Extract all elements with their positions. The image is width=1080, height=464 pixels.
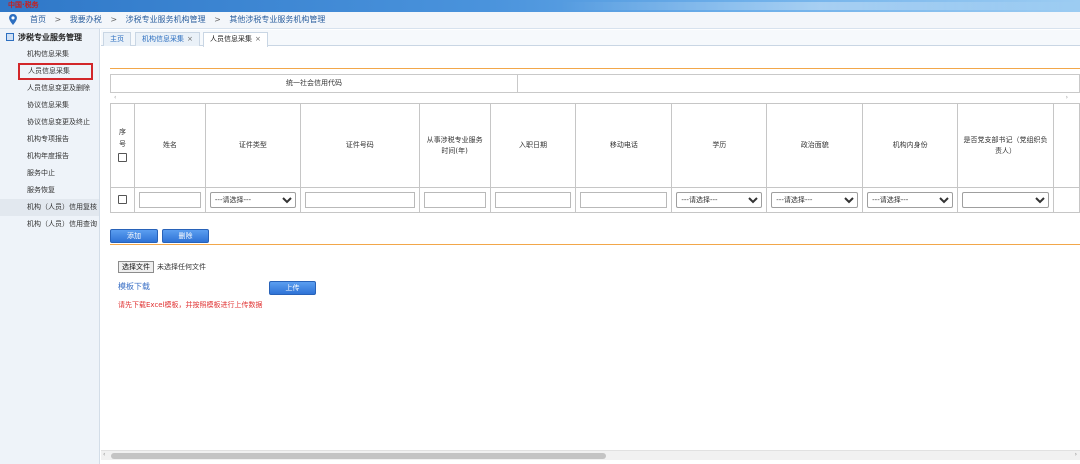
sidebar-item-credit-query[interactable]: 机构（人员）信用查询 (0, 216, 99, 233)
cell-service-years (418, 187, 491, 213)
close-icon[interactable]: × (187, 35, 193, 43)
sidebar: 涉税专业服务管理 机构信息采集 人员信息采集 人员信息变更及删除 协议信息采集 … (0, 29, 100, 464)
scroll-left-arrow-icon[interactable]: ‹ (103, 451, 105, 458)
section-divider (110, 244, 1080, 245)
header-seq: 序号 (110, 103, 135, 188)
file-picker: 选择文件 未选择任何文件 (118, 261, 206, 273)
sidebar-item-service-suspend[interactable]: 服务中止 (0, 165, 99, 182)
personnel-table: 序号 姓名 证件类型 证件号码 从事涉税专业服务时间(年) 入职日期 移动电话 … (110, 103, 1080, 213)
cell-overflow (1052, 187, 1080, 213)
breadcrumb: 首页 > 我要办税 > 涉税专业服务机构管理 > 其他涉税专业服务机构管理 (30, 12, 329, 28)
horizontal-scrollbar[interactable]: ‹ › (101, 450, 1080, 460)
tab-label: 主页 (110, 35, 124, 43)
breadcrumb-separator: > (214, 15, 221, 24)
cell-party-secretary (957, 187, 1054, 213)
row-checkbox[interactable] (117, 194, 127, 204)
header-political: 政治面貌 (766, 103, 864, 188)
add-button[interactable]: 添加 (110, 229, 158, 243)
join-date-input[interactable] (494, 192, 572, 208)
cell-education: ---请选择--- (671, 187, 768, 213)
service-years-input[interactable] (423, 192, 486, 208)
sidebar-item-special-report[interactable]: 机构专项报告 (0, 131, 99, 148)
header-name: 姓名 (133, 103, 206, 188)
delete-button[interactable]: 删除 (162, 229, 209, 243)
banner-decoration (560, 2, 1080, 10)
template-download-link[interactable]: 模板下载 (118, 281, 150, 292)
cell-name (133, 187, 206, 213)
tab-personnel-info[interactable]: 人员信息采集 × (203, 32, 268, 47)
sidebar-item-personnel-info[interactable]: 人员信息采集 (18, 63, 93, 80)
sidebar-title: 涉税专业服务管理 (18, 33, 82, 42)
header-seq-label: 序号 (118, 127, 126, 148)
mobile-input[interactable] (580, 192, 668, 208)
cell-political: ---请选择--- (766, 187, 864, 213)
sidebar-header[interactable]: 涉税专业服务管理 (0, 29, 99, 46)
menu-square-icon (6, 33, 14, 41)
sidebar-item-credit-review[interactable]: 机构（人员）信用复核 (0, 199, 99, 216)
table-header-row: 序号 姓名 证件类型 证件号码 从事涉税专业服务时间(年) 入职日期 移动电话 … (110, 103, 1080, 188)
file-status: 未选择任何文件 (157, 263, 206, 271)
table-row: ---请选择--- ---请选择--- ---请选择--- ---请选择--- (110, 187, 1080, 213)
tax-logo: 中国·税务 (8, 1, 39, 9)
tab-label: 人员信息采集 (210, 35, 252, 43)
cell-mobile (575, 187, 673, 213)
header-party-secretary: 是否党支部书记（党组织负责人） (957, 103, 1054, 188)
id-type-select[interactable]: ---请选择--- (209, 192, 296, 208)
sidebar-item-annual-report[interactable]: 机构年度报告 (0, 148, 99, 165)
party-secretary-select[interactable] (962, 192, 1049, 208)
political-select[interactable]: ---请选择--- (771, 192, 859, 208)
close-icon[interactable]: × (255, 35, 261, 43)
header-overflow (1052, 103, 1080, 188)
upload-button[interactable]: 上传 (269, 281, 316, 295)
credit-code-row: 统一社会信用代码 (110, 74, 1080, 93)
header-education: 学历 (671, 103, 768, 188)
tab-home[interactable]: 主页 (103, 32, 131, 46)
scroll-right-icon[interactable]: › (1066, 94, 1068, 101)
sidebar-item-agreement-info[interactable]: 协议信息采集 (0, 97, 99, 114)
cell-role: ---请选择--- (862, 187, 959, 213)
cell-join-date (489, 187, 577, 213)
breadcrumb-agency-mgmt[interactable]: 涉税专业服务机构管理 (126, 15, 206, 24)
tab-bar: 主页 机构信息采集 × 人员信息采集 × (101, 30, 1080, 47)
breadcrumb-bar: 首页 > 我要办税 > 涉税专业服务机构管理 > 其他涉税专业服务机构管理 (0, 12, 1080, 29)
upload-warning: 请先下载Excel模板，并按照模板进行上传数据 (118, 301, 263, 309)
header-service-years: 从事涉税专业服务时间(年) (418, 103, 491, 188)
id-number-input[interactable] (304, 192, 415, 208)
cell-seq (110, 187, 135, 213)
credit-code-label: 统一社会信用代码 (111, 75, 518, 92)
sidebar-item-personnel-change[interactable]: 人员信息变更及删除 (0, 80, 99, 97)
tab-label: 机构信息采集 (142, 35, 184, 43)
table-scroll-indicator: ‹ › (110, 94, 1080, 103)
header-role: 机构内身份 (862, 103, 959, 188)
header-join-date: 入职日期 (489, 103, 577, 188)
breadcrumb-tax[interactable]: 我要办税 (70, 15, 102, 24)
breadcrumb-separator: > (54, 15, 62, 24)
cell-id-number (299, 187, 420, 213)
scrollbar-thumb[interactable] (111, 453, 606, 459)
header-mobile: 移动电话 (575, 103, 673, 188)
header-id-number: 证件号码 (299, 103, 420, 188)
breadcrumb-other-agency-mgmt[interactable]: 其他涉税专业服务机构管理 (229, 15, 325, 24)
top-banner: 中国·税务 (0, 0, 1080, 12)
header-id-type: 证件类型 (204, 103, 301, 188)
scroll-left-icon[interactable]: ‹ (114, 94, 116, 101)
breadcrumb-separator: > (110, 15, 118, 24)
sidebar-item-agency-info[interactable]: 机构信息采集 (0, 46, 99, 63)
breadcrumb-home[interactable]: 首页 (30, 15, 46, 24)
cell-id-type: ---请选择--- (204, 187, 301, 213)
role-select[interactable]: ---请选择--- (867, 192, 954, 208)
scroll-right-arrow-icon[interactable]: › (1075, 451, 1077, 458)
education-select[interactable]: ---请选择--- (676, 192, 763, 208)
name-input[interactable] (138, 192, 201, 208)
section-divider (110, 68, 1080, 69)
sidebar-item-service-resume[interactable]: 服务恢复 (0, 182, 99, 199)
sidebar-item-agreement-change[interactable]: 协议信息变更及终止 (0, 114, 99, 131)
choose-file-button[interactable]: 选择文件 (118, 261, 154, 273)
select-all-checkbox[interactable] (117, 152, 127, 162)
location-pin-icon (9, 14, 17, 25)
tab-agency-info[interactable]: 机构信息采集 × (135, 32, 200, 46)
